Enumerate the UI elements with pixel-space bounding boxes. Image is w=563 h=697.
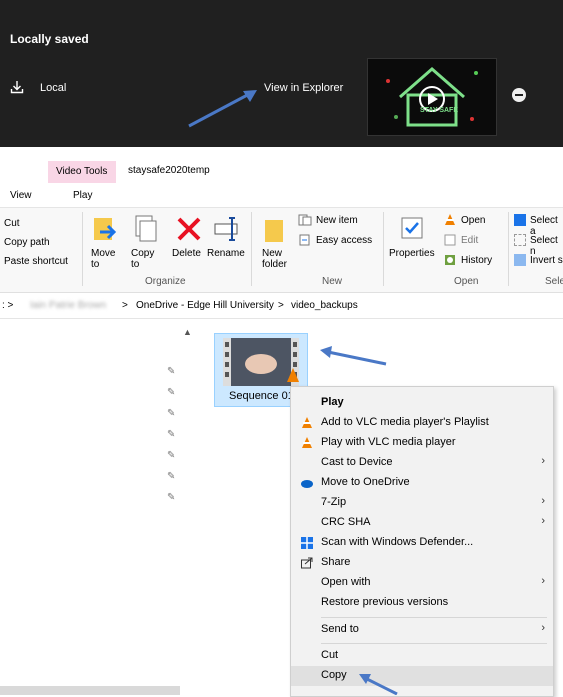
properties-icon: [398, 214, 426, 242]
remove-icon[interactable]: [512, 88, 526, 102]
pin-icon: ✎: [167, 471, 176, 482]
location-label: Local: [40, 82, 67, 94]
select-all-icon: [514, 214, 526, 226]
history-icon: [444, 254, 456, 266]
window-title: staysafe2020temp: [128, 165, 210, 176]
move-to-button[interactable]: Move to: [91, 248, 115, 270]
breadcrumb-user[interactable]: Iain Patrie Brown: [30, 300, 106, 311]
vlc-icon: [444, 214, 456, 226]
organize-group-label: Organize: [145, 276, 186, 287]
breadcrumb-chevron-icon: >: [278, 300, 284, 311]
pin-icon: ✎: [167, 450, 176, 461]
select-all-button[interactable]: Select a: [530, 215, 563, 237]
invert-selection-icon: [514, 254, 526, 266]
properties-button[interactable]: Properties: [389, 248, 435, 259]
pin-icon: ✎: [167, 429, 176, 440]
onedrive-cloud-icon: [301, 480, 313, 488]
thumb-text: STAY SAFE: [420, 107, 458, 114]
new-folder-icon: [262, 214, 292, 244]
scroll-up-icon[interactable]: ▲: [183, 327, 192, 337]
paste-shortcut-button[interactable]: Paste shortcut: [4, 256, 68, 267]
file-name: Sequence 01: [229, 390, 294, 402]
horizontal-scrollbar[interactable]: [0, 686, 180, 695]
annotation-arrow: [359, 674, 398, 695]
annotation-arrow: [188, 90, 257, 128]
ribbon-divider: [383, 212, 384, 286]
pin-icon: ✎: [167, 366, 176, 377]
pin-icon: ✎: [167, 492, 176, 503]
easy-access-icon: [298, 234, 312, 246]
breadcrumb-onedrive[interactable]: OneDrive - Edge Hill University: [136, 300, 274, 311]
chevron-right-icon: ›: [541, 622, 545, 634]
new-item-button[interactable]: New item: [316, 215, 358, 226]
menu-item-open-with[interactable]: Open with ›: [291, 573, 553, 593]
defender-icon: [301, 537, 313, 549]
ribbon-divider: [251, 212, 252, 286]
breadcrumb-folder[interactable]: video_backups: [291, 300, 358, 311]
cut-button[interactable]: Cut: [4, 218, 20, 229]
menu-item-crc-sha[interactable]: CRC SHA ›: [291, 513, 553, 533]
video-file-icon: [223, 338, 299, 386]
new-group-label: New: [322, 276, 343, 287]
annotation-arrow: [320, 346, 387, 366]
breadcrumb-chevron-icon: >: [122, 300, 128, 311]
menu-item-move-onedrive[interactable]: Move to OneDrive: [291, 473, 553, 493]
new-folder-button[interactable]: New folder: [262, 248, 296, 270]
menu-item-share[interactable]: Share: [291, 553, 553, 573]
context-menu: Play Add to VLC media player's Playlist …: [290, 386, 554, 697]
chevron-right-icon: ›: [541, 515, 545, 527]
menu-item-play-vlc[interactable]: Play with VLC media player: [291, 433, 553, 453]
menu-item-copy[interactable]: Copy: [291, 666, 553, 686]
chevron-right-icon: ›: [541, 455, 545, 467]
context-tab-label[interactable]: Video Tools: [56, 166, 107, 177]
chevron-right-icon: ›: [541, 495, 545, 507]
copy-to-button[interactable]: Copy to: [131, 248, 155, 270]
stay-safe-house-icon: [386, 67, 478, 127]
delete-icon: [174, 214, 204, 244]
select-none-button[interactable]: Select n: [530, 235, 563, 257]
menu-item-restore[interactable]: Restore previous versions: [291, 593, 553, 613]
select-none-icon: [514, 234, 526, 246]
copy-to-icon: [130, 214, 160, 246]
onedrive-status-panel: Locally saved Local View in Explorer STA…: [0, 0, 563, 147]
tab-play[interactable]: Play: [73, 190, 92, 201]
open-group-label: Open: [454, 276, 479, 287]
delete-button[interactable]: Delete: [172, 248, 201, 259]
pin-icon: ✎: [167, 387, 176, 398]
new-item-icon: [298, 214, 312, 226]
video-thumbnail[interactable]: STAY SAFE: [367, 58, 497, 136]
menu-item-send-to[interactable]: Send to ›: [291, 620, 553, 640]
menu-item-play[interactable]: Play: [291, 393, 553, 413]
easy-access-button[interactable]: Easy access: [316, 235, 372, 246]
ribbon-divider: [82, 212, 83, 286]
rename-icon: [212, 214, 242, 244]
tab-view[interactable]: View: [10, 190, 32, 201]
download-icon: [10, 81, 24, 94]
ribbon-divider: [508, 212, 509, 286]
menu-item-cut[interactable]: Cut: [291, 646, 553, 666]
view-in-explorer-link[interactable]: View in Explorer: [264, 82, 343, 94]
menu-item-defender[interactable]: Scan with Windows Defender...: [291, 533, 553, 553]
menu-separator: [321, 617, 547, 618]
open-button[interactable]: Open: [461, 215, 485, 226]
vlc-icon: [302, 437, 312, 448]
move-to-icon: [90, 214, 122, 246]
invert-selection-button[interactable]: Invert s: [530, 255, 563, 266]
pin-icon: ✎: [167, 408, 176, 419]
menu-separator: [321, 643, 547, 644]
status-title: Locally saved: [10, 32, 89, 46]
chevron-right-icon: ›: [541, 575, 545, 587]
history-button[interactable]: History: [461, 255, 492, 266]
vlc-icon: [302, 417, 312, 428]
breadcrumb-chevron-icon: : >: [2, 300, 14, 311]
rename-button[interactable]: Rename: [207, 248, 245, 259]
menu-item-7zip[interactable]: 7-Zip ›: [291, 493, 553, 513]
select-group-label: Sele: [545, 276, 563, 287]
edit-button[interactable]: Edit: [461, 235, 478, 246]
copy-path-button[interactable]: Copy path: [4, 237, 50, 248]
menu-item-cast[interactable]: Cast to Device ›: [291, 453, 553, 473]
menu-item-add-vlc-playlist[interactable]: Add to VLC media player's Playlist: [291, 413, 553, 433]
share-icon: [301, 557, 313, 569]
edit-icon: [444, 234, 456, 246]
